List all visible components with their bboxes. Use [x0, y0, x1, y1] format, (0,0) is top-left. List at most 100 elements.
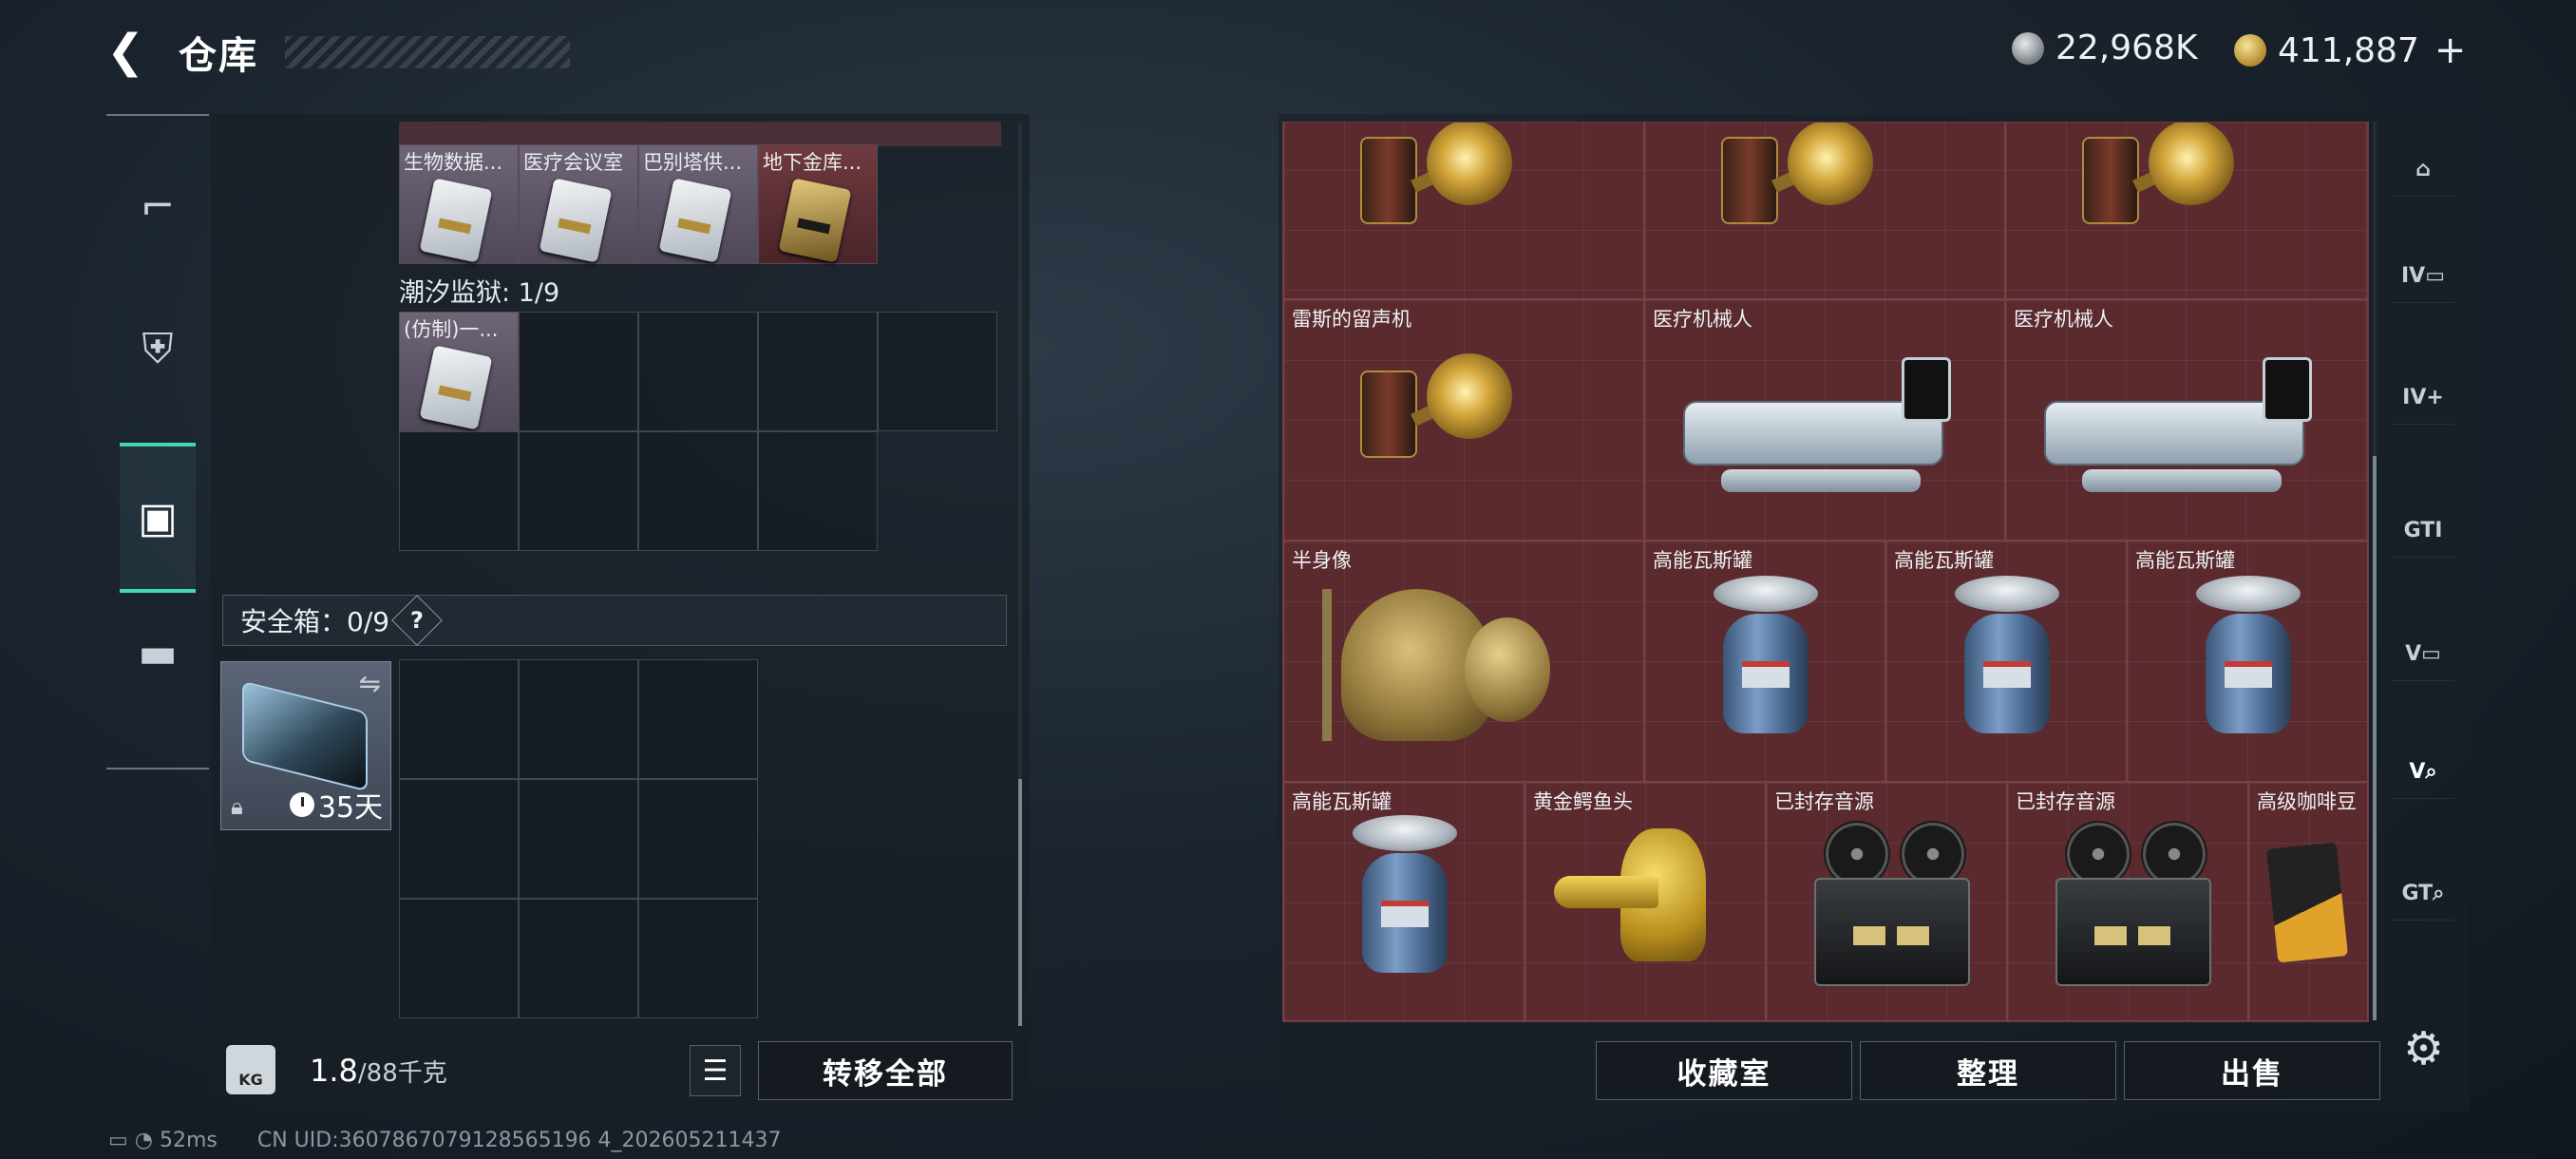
item-gas-tank[interactable]: 高能瓦斯罐	[1885, 541, 2127, 782]
ping-text: 52ms	[160, 1129, 218, 1152]
keycard-icon	[539, 178, 613, 263]
help-icon[interactable]: ?	[391, 595, 443, 646]
keycard-item[interactable]: (仿制)一...	[399, 312, 519, 431]
gun-icon: ⌐	[140, 181, 176, 231]
item-phonograph[interactable]	[2005, 123, 2368, 299]
item-label: 高能瓦斯罐	[1894, 549, 1994, 572]
back-arrow-icon[interactable]: ❮	[106, 27, 156, 76]
empty-slot[interactable]	[399, 779, 519, 899]
swap-icon[interactable]: ⇋	[359, 668, 381, 699]
item-sealed-audio[interactable]: 已封存音源	[1766, 782, 2007, 1021]
battery-icon: ▭	[108, 1129, 128, 1152]
item-label: 高能瓦斯罐	[1653, 549, 1752, 572]
item-gas-tank[interactable]: 高能瓦斯罐	[1283, 782, 1525, 1021]
expiry-days: 35天	[317, 791, 383, 825]
empty-slot[interactable]	[519, 431, 638, 551]
keycard-icon	[778, 178, 852, 263]
keycard-item[interactable]: 医疗会议室	[519, 144, 638, 264]
scrolled-row-edge	[399, 122, 1001, 146]
item-label: 医疗机械人	[1653, 308, 1752, 331]
backpack-icon: ▣	[138, 493, 178, 542]
empty-slot[interactable]	[638, 431, 758, 551]
clock-icon	[289, 792, 314, 817]
safe-box-item[interactable]: ⇋ 🔒︎ 35天	[220, 661, 391, 830]
add-currency-button[interactable]: +	[2434, 28, 2467, 72]
status-bar: ▭ ◔ 52ms CN UID:3607867079128565196 4_20…	[108, 1129, 782, 1152]
empty-slot[interactable]	[519, 779, 638, 899]
weight-icon: KG	[226, 1045, 275, 1094]
item-coffee-beans[interactable]: 高级咖啡豆	[2248, 782, 2368, 1021]
keycard-item[interactable]: 地下金库...	[758, 144, 878, 264]
silver-amount: 22,968K	[2055, 28, 2198, 67]
keycard-row: 生物数据... 医疗会议室 巴别塔供... 地下金库...	[399, 144, 881, 264]
title-decoration	[285, 36, 570, 68]
lock-icon: 🔒︎	[231, 793, 243, 820]
sell-button[interactable]: 出售	[2124, 1041, 2380, 1100]
item-label: 高能瓦斯罐	[2135, 549, 2235, 572]
page-title: 仓库	[179, 34, 258, 78]
safe-case-icon	[242, 680, 368, 792]
nav-backpack[interactable]: ▣	[120, 443, 196, 593]
gas-tank-icon	[2187, 576, 2310, 737]
empty-slot[interactable]	[638, 779, 758, 899]
empty-slot[interactable]	[519, 659, 638, 779]
lobby-icon[interactable]: ⌂	[2392, 142, 2454, 197]
nav-briefcase[interactable]: ▬	[120, 581, 196, 724]
item-medical-robot[interactable]: 医疗机械人	[1644, 299, 2005, 541]
medical-robot-icon	[2044, 357, 2320, 509]
gti-search-icon[interactable]: GT⌕	[2392, 866, 2454, 921]
expiry-timer: 35天	[289, 784, 383, 826]
empty-slot[interactable]	[519, 312, 638, 431]
item-phonograph[interactable]	[1283, 123, 1644, 299]
gti-card-icon[interactable]: GTI	[2392, 504, 2454, 558]
weight-current: 1.8	[310, 1053, 358, 1089]
list-view-button[interactable]: ☰	[690, 1045, 741, 1096]
item-phonograph[interactable]	[1644, 123, 2005, 299]
right-scroll-thumb[interactable]	[2373, 456, 2377, 1020]
v-card-icon[interactable]: V▭	[2392, 627, 2454, 681]
nav-weapons[interactable]: ⌐	[120, 135, 196, 277]
gold-currency[interactable]: 411,887 +	[2234, 28, 2466, 72]
safe-box-title: 安全箱：0/9	[240, 606, 390, 637]
prison-section-title: 潮汐监狱: 1/9	[399, 278, 560, 308]
safe-box-header: 安全箱：0/9 ?	[222, 595, 1007, 646]
empty-slot[interactable]	[519, 899, 638, 1018]
empty-slot[interactable]	[638, 659, 758, 779]
keycard-label: 巴别塔供...	[643, 151, 743, 174]
item-gold-croc-head[interactable]: 黄金鳄鱼头	[1525, 782, 1766, 1021]
safe-box-grid	[399, 659, 760, 1020]
empty-slot[interactable]	[399, 899, 519, 1018]
gold-coin-icon	[2234, 34, 2266, 66]
keycard-item[interactable]: 生物数据...	[399, 144, 519, 264]
item-gas-tank[interactable]: 高能瓦斯罐	[1644, 541, 1885, 782]
empty-slot[interactable]	[399, 659, 519, 779]
carry-weight: 1.8/88千克	[310, 1053, 447, 1089]
item-label: 已封存音源	[2016, 790, 2115, 813]
empty-slot[interactable]	[638, 899, 758, 1018]
bust-statue-icon	[1322, 570, 1569, 760]
item-sealed-audio[interactable]: 已封存音源	[2007, 782, 2248, 1021]
item-gas-tank[interactable]: 高能瓦斯罐	[2127, 541, 2368, 782]
item-phonograph[interactable]: 雷斯的留声机	[1283, 299, 1644, 541]
phonograph-icon	[1360, 123, 1522, 224]
empty-slot[interactable]	[758, 431, 878, 551]
v-card-search-icon[interactable]: V⌕	[2392, 745, 2454, 799]
keycard-item[interactable]: 巴别塔供...	[638, 144, 758, 264]
nav-armor[interactable]: ⛨	[120, 277, 196, 420]
collection-room-button[interactable]: 收藏室	[1596, 1041, 1852, 1100]
settings-gear-icon[interactable]: ⚙	[2403, 1022, 2444, 1075]
item-bust[interactable]: 半身像	[1283, 541, 1644, 782]
gas-tank-icon	[1945, 576, 2069, 737]
tier4-container-icon[interactable]: IV▭	[2392, 249, 2454, 303]
empty-slot[interactable]	[638, 312, 758, 431]
tier4-add-icon[interactable]: IV+	[2392, 370, 2454, 425]
organize-button[interactable]: 整理	[1860, 1041, 2116, 1100]
left-scroll-thumb[interactable]	[1018, 779, 1022, 1026]
transfer-all-button[interactable]: 转移全部	[758, 1041, 1013, 1100]
empty-slot[interactable]	[399, 431, 519, 551]
phonograph-icon	[1721, 123, 1883, 224]
item-medical-robot[interactable]: 医疗机械人	[2005, 299, 2368, 541]
empty-slot[interactable]	[878, 312, 997, 431]
empty-slot[interactable]	[758, 312, 878, 431]
silver-coin-icon	[2012, 31, 2044, 65]
